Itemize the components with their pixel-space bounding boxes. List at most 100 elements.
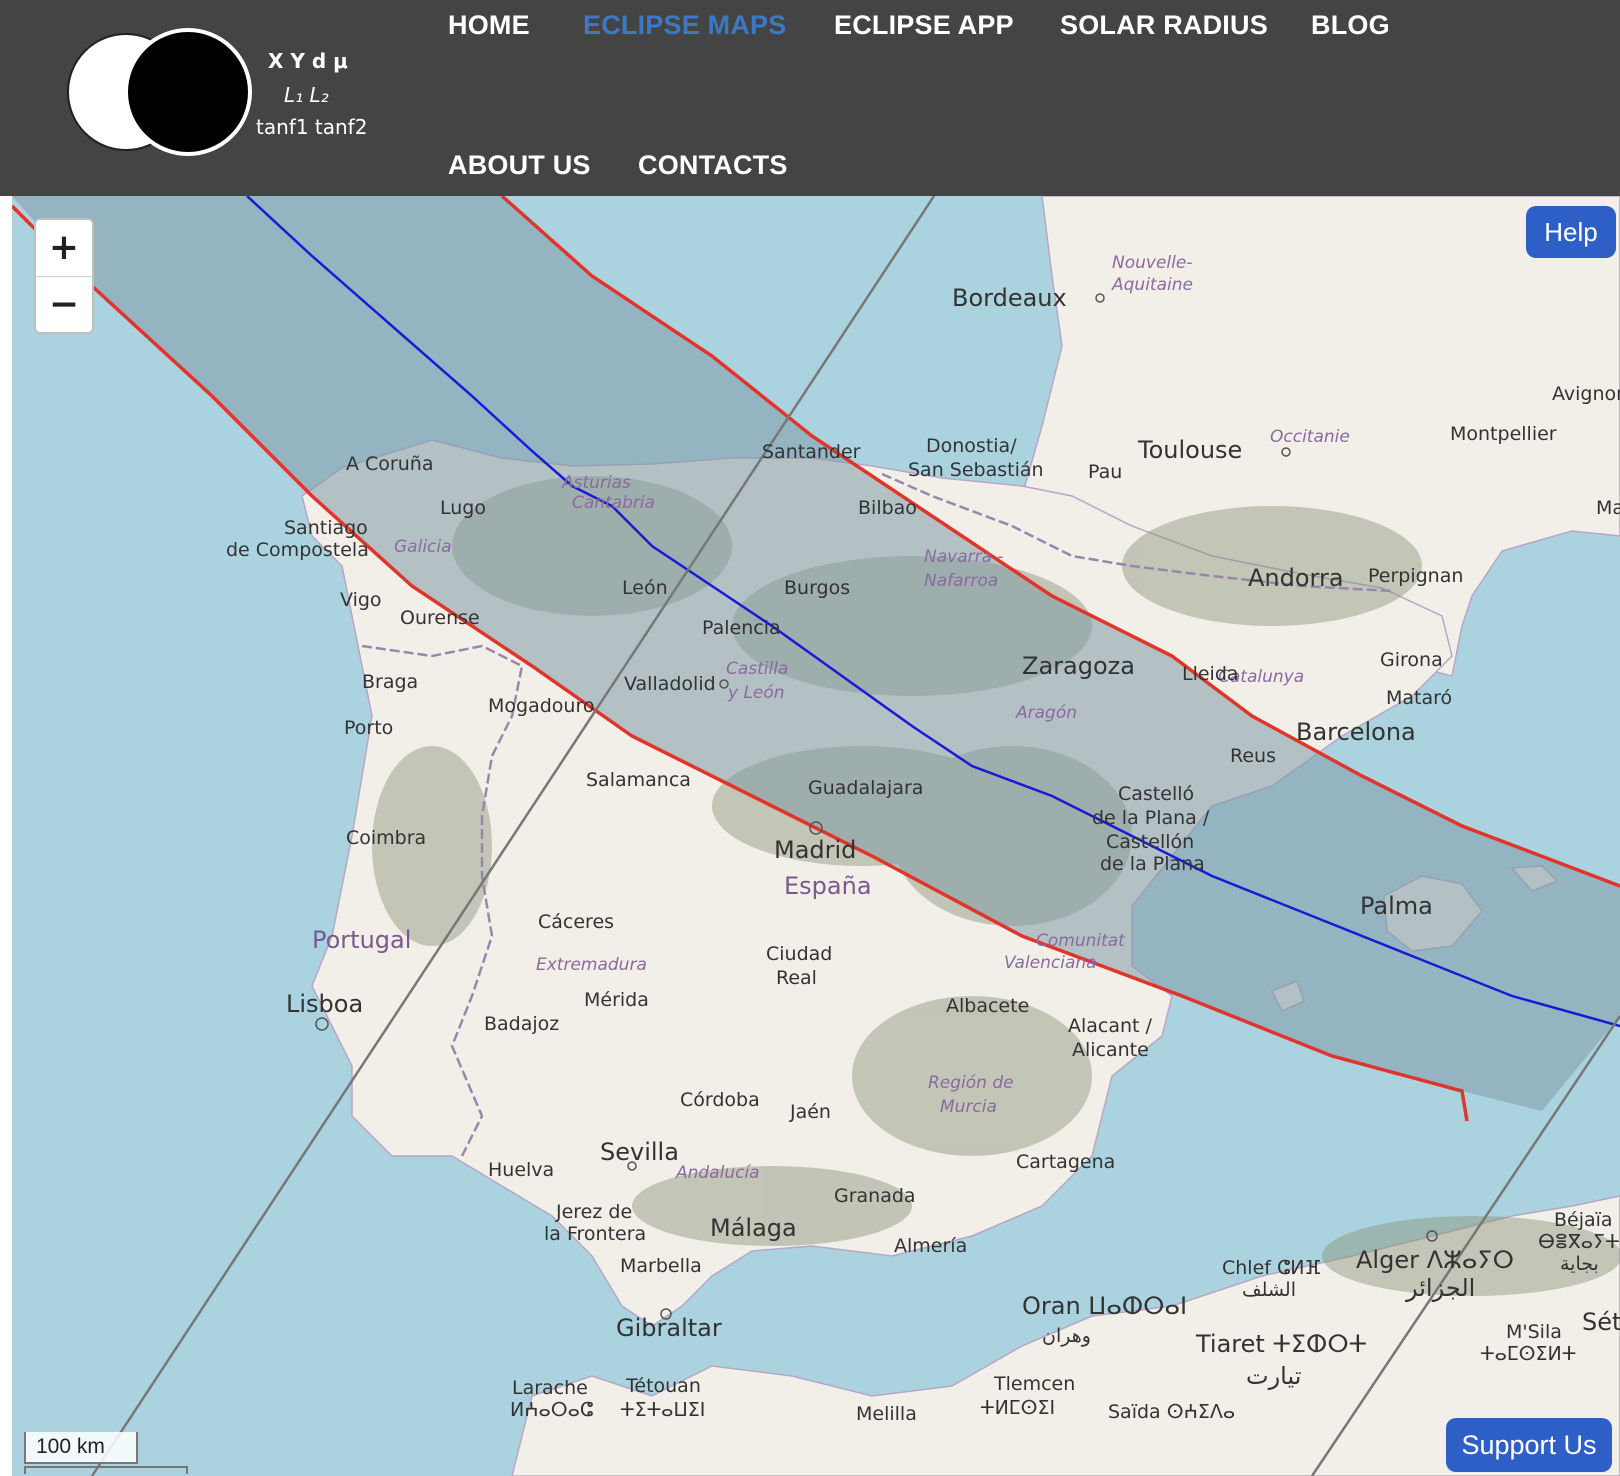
label-city: Valladolid	[624, 673, 716, 695]
label-city: León	[622, 577, 668, 599]
label-city: Palma	[1360, 892, 1433, 920]
label-city: Burgos	[784, 577, 850, 599]
label-city: M'Sila	[1506, 1321, 1562, 1343]
nav-about-us[interactable]: ABOUT US	[448, 150, 591, 181]
label-city: Bordeaux	[952, 284, 1067, 312]
label-city: Chlef ⵛⵍⴼ	[1222, 1257, 1321, 1279]
label-city: Mérida	[584, 989, 649, 1011]
label-region: Extremadura	[536, 955, 647, 975]
label-region: Galicia	[394, 537, 452, 557]
label-city: Santander	[762, 441, 861, 463]
label-city: Jerez de	[555, 1201, 632, 1223]
label-city: Castellón	[1106, 831, 1194, 853]
label-city: Reus	[1230, 745, 1276, 767]
label-city: Ciudad	[766, 943, 832, 965]
label-city: Donostia/	[926, 435, 1017, 457]
label-city: Montpellier	[1450, 423, 1557, 445]
label-city: Madrid	[774, 836, 856, 864]
label-city: Perpignan	[1368, 565, 1463, 587]
label-city: Córdoba	[680, 1089, 760, 1111]
label-region: Comunitat	[1036, 931, 1126, 951]
nav-contacts[interactable]: CONTACTS	[638, 150, 788, 181]
label-region: Nafarroa	[924, 571, 998, 591]
label-city: Jaén	[789, 1101, 831, 1123]
moon-disc-icon	[124, 28, 252, 156]
label-city: de la Plana	[1100, 853, 1205, 875]
scale-bar	[24, 1466, 188, 1474]
label-city: A Coruña	[346, 453, 433, 475]
label-city: Alacant /	[1068, 1015, 1153, 1037]
map-canvas[interactable]: Portugal España Nouvelle- Aquitaine Occi…	[12, 196, 1620, 1476]
nav-home[interactable]: HOME	[448, 10, 530, 41]
label-city: Tlemcen	[993, 1373, 1075, 1395]
label-city: de la Plana /	[1092, 807, 1210, 829]
label-country-portugal: Portugal	[312, 926, 411, 954]
label-region: Cantabria	[572, 493, 655, 513]
zoom-control: + −	[34, 218, 94, 334]
label-city: Porto	[344, 717, 393, 739]
label-city: Melilla	[856, 1403, 917, 1425]
label-region: Andalucía	[675, 1163, 760, 1183]
label-region: Región de	[928, 1073, 1014, 1093]
label-city: Lisboa	[286, 990, 363, 1018]
eclipse-map[interactable]: Portugal España Nouvelle- Aquitaine Occi…	[12, 196, 1620, 1476]
label-region: Asturias	[561, 473, 631, 493]
nav-blog[interactable]: BLOG	[1311, 10, 1390, 41]
label-city: Coimbra	[346, 827, 426, 849]
label-region: Aquitaine	[1111, 275, 1193, 295]
label-city: Santiago	[284, 517, 368, 539]
label-city: Saïda ⵙⵄⵉⴷⴰ	[1108, 1401, 1235, 1423]
label-city: Palencia	[702, 617, 781, 639]
site-logo[interactable]: X Y d μ L₁ L₂ tanf1 tanf2	[60, 22, 390, 172]
label-city: Girona	[1380, 649, 1443, 671]
label-city: Huelva	[488, 1159, 554, 1181]
label-city: Bilbao	[858, 497, 917, 519]
label-city: Mataró	[1386, 687, 1452, 709]
label-city: وهران	[1042, 1325, 1091, 1347]
label-city: Real	[776, 967, 817, 989]
nav-eclipse-app[interactable]: ECLIPSE APP	[834, 10, 1014, 41]
label-city: Lugo	[440, 497, 486, 519]
label-city: ⵜⵉⵜⴰⵡⵉⵏ	[620, 1399, 705, 1421]
label-region: Valenciana	[1004, 953, 1097, 973]
label-city: Lleida	[1182, 663, 1239, 685]
label-city: Sevilla	[600, 1138, 679, 1166]
label-city: Oran ⵡⴰⵀⵔⴰⵏ	[1022, 1292, 1187, 1320]
site-header: X Y d μ L₁ L₂ tanf1 tanf2 HOME ECLIPSE M…	[0, 0, 1620, 196]
help-button[interactable]: Help	[1526, 206, 1616, 258]
label-city: Barcelona	[1296, 718, 1416, 746]
label-city: Almería	[894, 1235, 967, 1257]
label-city: Mogadouro	[488, 695, 594, 717]
zoom-out-button[interactable]: −	[36, 277, 92, 333]
nav-eclipse-maps[interactable]: ECLIPSE MAPS	[583, 10, 786, 41]
label-city: Granada	[834, 1185, 916, 1207]
label-region: y León	[727, 683, 785, 703]
label-city: Sét	[1582, 1308, 1620, 1336]
label-city: Vigo	[340, 589, 382, 611]
label-region: Nouvelle-	[1112, 253, 1192, 273]
label-city: Albacete	[946, 995, 1029, 1017]
label-city: بجاية	[1560, 1253, 1599, 1275]
label-region: Aragón	[1015, 703, 1077, 723]
label-city: Zaragoza	[1022, 652, 1135, 680]
label-city: Badajoz	[484, 1013, 559, 1035]
label-region: Castilla	[726, 659, 788, 679]
label-city: Málaga	[710, 1214, 797, 1242]
label-city: Alger ⴷⵣⴰⵢⵔ	[1356, 1246, 1514, 1274]
label-region: Occitanie	[1270, 427, 1350, 447]
label-city: Castelló	[1118, 783, 1194, 805]
logo-glyphs-line2: L₁ L₂	[284, 83, 329, 107]
zoom-in-button[interactable]: +	[36, 220, 92, 277]
label-city: Guadalajara	[808, 777, 923, 799]
label-city: ⵜⵍⵎⵙⵉⵏ	[980, 1397, 1055, 1419]
logo-glyphs-line1: X Y d μ	[268, 49, 348, 73]
label-city: Cáceres	[538, 911, 614, 933]
support-us-button[interactable]: Support Us	[1446, 1418, 1612, 1472]
nav-solar-radius[interactable]: SOLAR RADIUS	[1060, 10, 1268, 41]
label-city: San Sebastián	[908, 459, 1044, 481]
label-city: Avignon	[1552, 383, 1620, 405]
label-city: la Frontera	[544, 1223, 646, 1245]
scale-bar-label: 100 km	[24, 1432, 138, 1464]
label-city: Pau	[1088, 461, 1122, 483]
label-city: Tétouan	[625, 1375, 701, 1397]
